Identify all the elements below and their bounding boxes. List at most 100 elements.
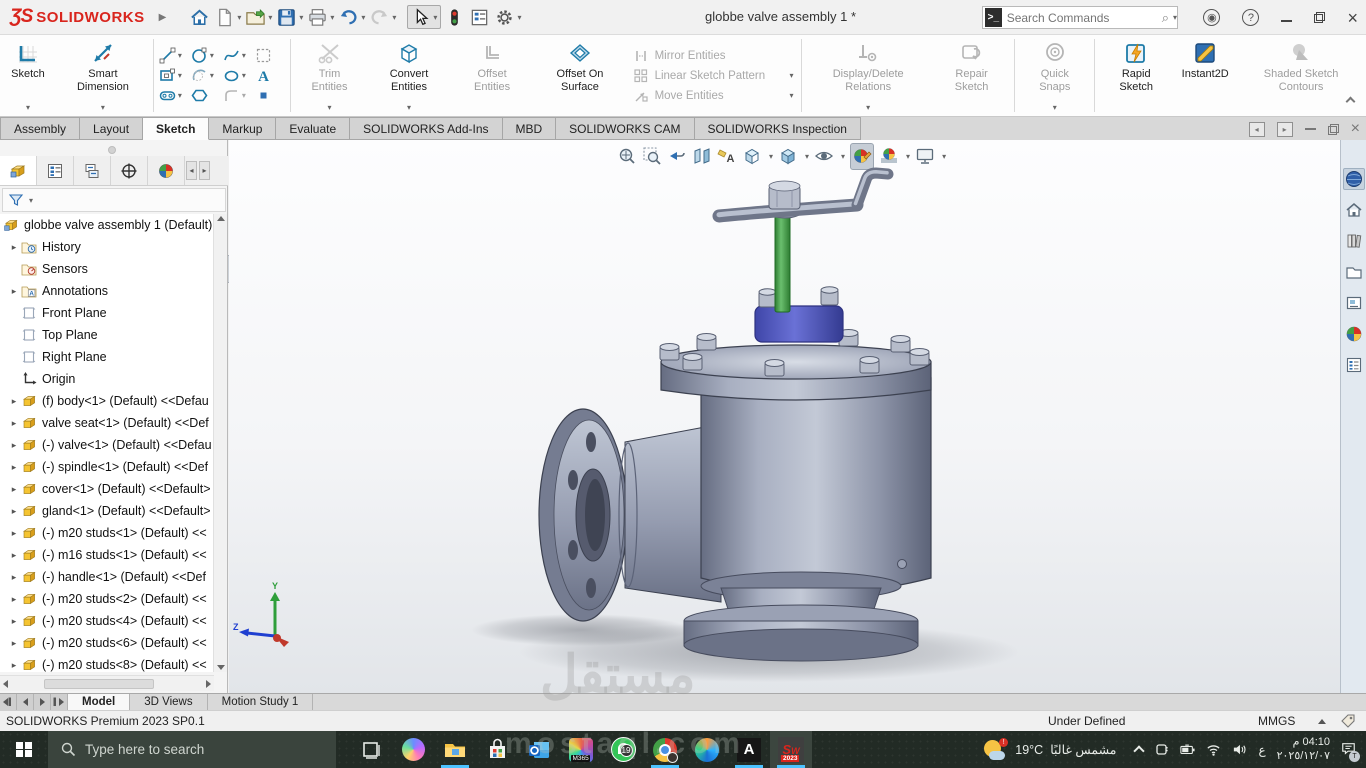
open-button[interactable]: ▾ bbox=[244, 5, 273, 30]
whatsapp-icon[interactable]: 19 bbox=[602, 731, 644, 768]
expand-arrow[interactable]: ▸ bbox=[7, 286, 21, 297]
expand-arrow[interactable]: ▸ bbox=[7, 440, 21, 451]
expand-arrow[interactable]: ▸ bbox=[7, 462, 21, 473]
task-view-button[interactable] bbox=[350, 731, 392, 768]
dropdown-caret[interactable]: ▾ bbox=[237, 13, 241, 22]
tree-item-top-plane[interactable]: Top Plane bbox=[0, 324, 214, 346]
circle-tool[interactable]: ▾ bbox=[191, 47, 221, 64]
tab-evaluate[interactable]: Evaluate bbox=[276, 117, 350, 140]
copilot-icon[interactable] bbox=[392, 731, 434, 768]
previous-tab-button[interactable] bbox=[17, 694, 34, 710]
command-search-box[interactable]: >_ ⌕ ▾ bbox=[982, 6, 1178, 29]
linear-sketch-pattern-button[interactable]: Linear Sketch Pattern▾ bbox=[633, 68, 794, 84]
line-tool[interactable]: ▾ bbox=[159, 47, 189, 64]
search-dropdown-caret[interactable]: ▾ bbox=[1173, 13, 1177, 22]
user-account-icon[interactable]: ◉ bbox=[1203, 9, 1220, 26]
text-tool[interactable]: A bbox=[255, 67, 285, 84]
dropdown-caret[interactable]: ▾ bbox=[866, 103, 870, 112]
tree-root[interactable]: globbe valve assembly 1 (Default) < bbox=[0, 214, 214, 236]
tree-item-part[interactable]: ▸(-) m20 studs<4> (Default) << bbox=[0, 610, 214, 632]
dropdown-caret[interactable]: ▾ bbox=[178, 91, 182, 100]
dropdown-caret[interactable]: ▾ bbox=[392, 13, 396, 22]
save-button[interactable]: ▾ bbox=[275, 5, 304, 30]
battery-icon[interactable] bbox=[1180, 742, 1195, 757]
scroll-down-arrow[interactable] bbox=[217, 665, 225, 670]
tab-mbd[interactable]: MBD bbox=[503, 117, 557, 140]
tab-solidworks-cam[interactable]: SOLIDWORKS CAM bbox=[556, 117, 694, 140]
doc-restore-button[interactable] bbox=[1328, 124, 1339, 135]
minimize-button[interactable] bbox=[1281, 10, 1292, 25]
tree-item-part[interactable]: ▸(-) m20 studs<1> (Default) << bbox=[0, 522, 214, 544]
expand-arrow[interactable]: ▸ bbox=[7, 506, 21, 517]
3d-content-central-icon[interactable] bbox=[1343, 168, 1365, 190]
dropdown-caret[interactable]: ▾ bbox=[789, 91, 793, 100]
tab-assembly[interactable]: Assembly bbox=[0, 117, 80, 140]
collapse-ribbon-chevron[interactable] bbox=[1347, 98, 1356, 107]
new-document-button[interactable]: ▾ bbox=[213, 5, 242, 30]
tab-markup[interactable]: Markup bbox=[209, 117, 276, 140]
slot-tool[interactable]: ▾ bbox=[159, 87, 189, 104]
last-tab-button[interactable]: ▌ bbox=[51, 694, 68, 710]
doc-minimize-button[interactable] bbox=[1305, 128, 1316, 130]
tab-configuration-manager[interactable] bbox=[74, 156, 111, 185]
dropdown-caret[interactable]: ▾ bbox=[328, 103, 332, 112]
tray-expand-chevron[interactable] bbox=[1134, 745, 1145, 756]
point-tool[interactable] bbox=[255, 87, 285, 104]
tree-item-part[interactable]: ▸(-) m16 studs<1> (Default) << bbox=[0, 544, 214, 566]
graphics-viewport[interactable]: A ▾ ▾ ▾ ▾ ▾ bbox=[229, 140, 1340, 693]
expand-arrow[interactable]: ▸ bbox=[7, 418, 21, 429]
expand-arrow[interactable]: ▸ bbox=[7, 396, 21, 407]
custom-properties-icon[interactable] bbox=[1343, 354, 1365, 376]
performance-pipeline-icon[interactable] bbox=[443, 5, 466, 30]
ellipse-tool[interactable]: ▾ bbox=[223, 67, 253, 84]
units-label[interactable]: MMGS bbox=[1258, 714, 1295, 728]
expand-arrow[interactable]: ▸ bbox=[7, 484, 21, 495]
dropdown-caret[interactable]: ▾ bbox=[1053, 103, 1057, 112]
command-search-input[interactable] bbox=[1007, 11, 1162, 25]
instant2d-button[interactable]: Instant2D bbox=[1174, 35, 1236, 116]
dropdown-caret[interactable]: ▾ bbox=[26, 103, 30, 112]
design-library-icon[interactable] bbox=[1343, 230, 1365, 252]
dropdown-caret[interactable]: ▾ bbox=[210, 51, 214, 60]
file-explorer-icon[interactable] bbox=[434, 731, 476, 768]
language-indicator[interactable]: ع bbox=[1258, 743, 1265, 757]
dropdown-caret[interactable]: ▾ bbox=[407, 103, 411, 112]
tabs-scroll-left[interactable]: ◂ bbox=[186, 161, 197, 180]
tab-3d-views[interactable]: 3D Views bbox=[130, 694, 207, 710]
dropdown-caret[interactable]: ▾ bbox=[178, 51, 182, 60]
rectangle-tool[interactable]: ▾ bbox=[159, 67, 189, 84]
move-entities-button[interactable]: Move Entities▾ bbox=[633, 88, 794, 104]
globe-valve-3d-model[interactable] bbox=[229, 140, 1340, 693]
tab-model[interactable]: Model bbox=[68, 694, 130, 710]
tree-vertical-scrollbar[interactable] bbox=[213, 214, 227, 672]
tree-item-annotations[interactable]: ▸AAnnotations bbox=[0, 280, 214, 302]
dropdown-caret[interactable]: ▾ bbox=[330, 13, 334, 22]
taskbar-search-box[interactable]: Type here to search bbox=[48, 731, 336, 768]
redo-button[interactable]: ▾ bbox=[368, 5, 397, 30]
tag-icon[interactable] bbox=[1340, 713, 1356, 729]
dropdown-caret[interactable]: ▾ bbox=[210, 71, 214, 80]
taskbar-clock[interactable]: 04:10 م ٢٠٢٥/١٢/٠٧ bbox=[1277, 736, 1330, 764]
tree-filter-bar[interactable]: ▾ bbox=[2, 188, 226, 212]
volume-icon[interactable] bbox=[1232, 742, 1247, 757]
polygon-tool[interactable] bbox=[191, 87, 221, 104]
collapse-left-pane-button[interactable]: ◂ bbox=[1249, 122, 1265, 137]
fillet-tool[interactable]: ▾ bbox=[223, 87, 253, 104]
tab-property-manager[interactable] bbox=[37, 156, 74, 185]
tree-item-part[interactable]: ▸valve seat<1> (Default) <<Def bbox=[0, 412, 214, 434]
quick-snaps-button[interactable]: Quick Snaps ▾ bbox=[1018, 35, 1091, 116]
collapse-right-pane-button[interactable]: ▸ bbox=[1277, 122, 1293, 137]
close-button[interactable]: × bbox=[1347, 9, 1358, 27]
dropdown-caret[interactable]: ▾ bbox=[268, 13, 272, 22]
tab-solidworks-addins[interactable]: SOLIDWORKS Add-Ins bbox=[350, 117, 502, 140]
tree-item-part[interactable]: ▸(-) spindle<1> (Default) <<Def bbox=[0, 456, 214, 478]
home-button[interactable] bbox=[188, 5, 211, 30]
tree-item-part[interactable]: ▸(-) handle<1> (Default) <<Def bbox=[0, 566, 214, 588]
expand-arrow[interactable]: ▸ bbox=[7, 572, 21, 583]
tabs-scroll-right[interactable]: ▸ bbox=[199, 161, 210, 180]
menu-flyout-arrow[interactable]: ▶ bbox=[159, 12, 167, 23]
restore-button[interactable] bbox=[1314, 12, 1325, 23]
offset-entities-button[interactable]: Offset Entities bbox=[453, 35, 532, 116]
weather-widget[interactable]: ! 19°C مشمس غالبًا bbox=[984, 738, 1116, 762]
dropdown-caret[interactable]: ▾ bbox=[242, 71, 246, 80]
